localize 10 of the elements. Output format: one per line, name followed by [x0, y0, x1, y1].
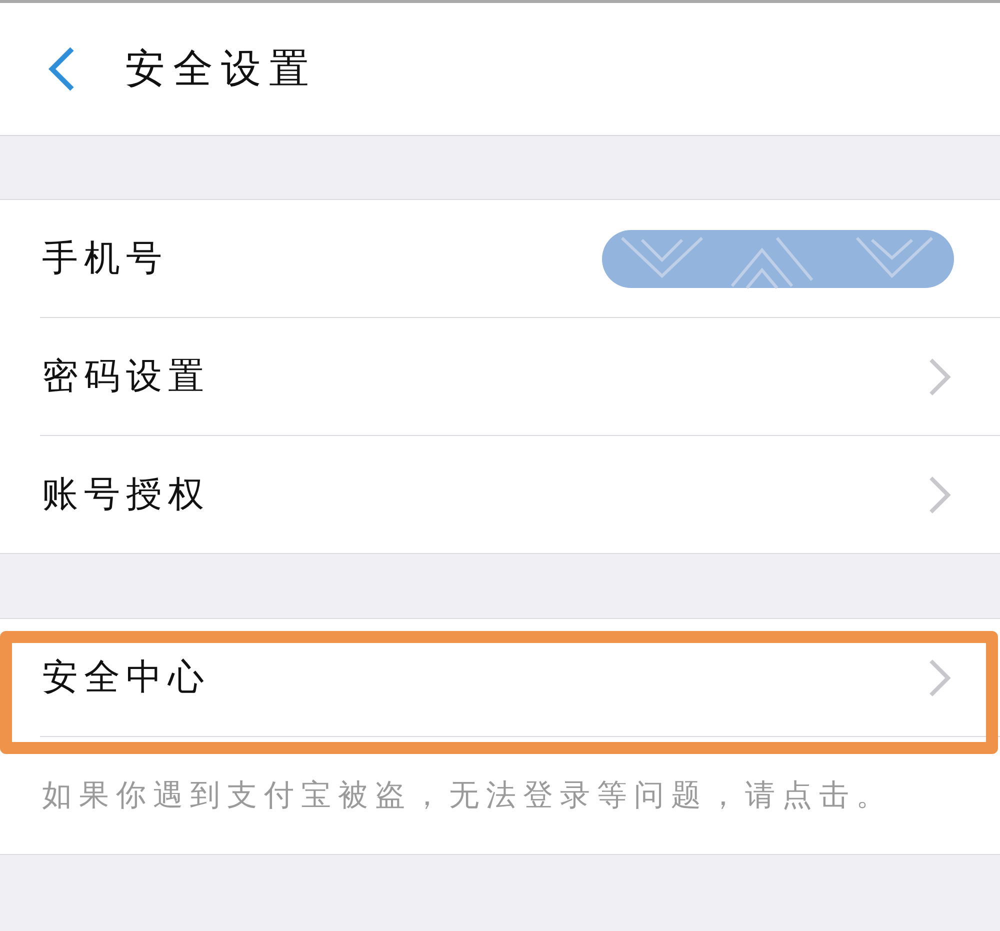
row-label: 账号授权: [42, 476, 210, 512]
page-title: 安全设置: [125, 49, 317, 89]
help-note: 如果你遇到支付宝被盗，无法登录等问题，请点击。: [42, 780, 893, 810]
row-label: 安全中心: [42, 660, 210, 696]
back-chevron-icon: [46, 47, 76, 91]
chevron-right-icon: [928, 358, 952, 396]
chevron-right-icon: [928, 476, 952, 514]
chevron-right-icon: [928, 658, 952, 696]
row-label: 密码设置: [42, 358, 210, 394]
row-label: 手机号: [42, 240, 168, 276]
